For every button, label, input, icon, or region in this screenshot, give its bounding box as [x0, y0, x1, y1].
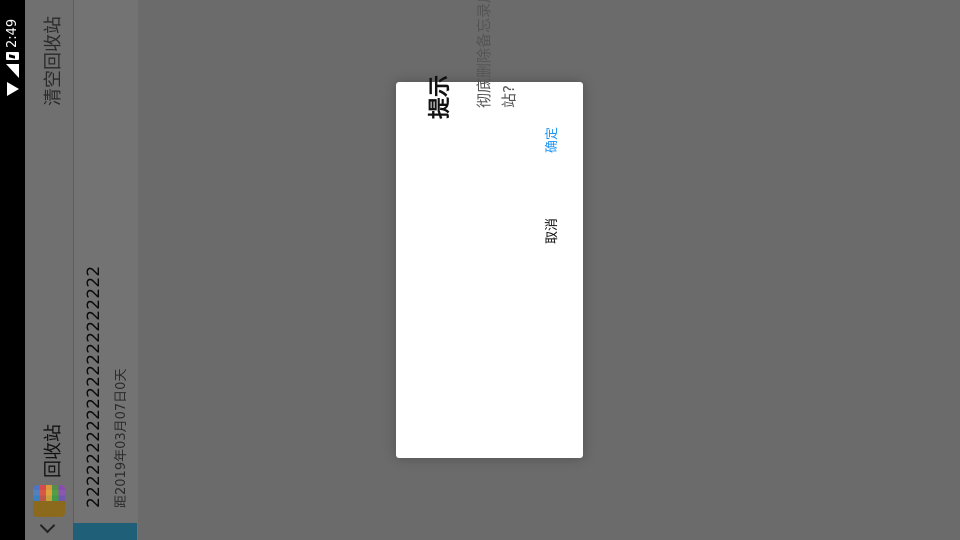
chevron-down-icon[interactable]: [39, 517, 56, 534]
wifi-icon: [6, 82, 19, 96]
dialog-title: 提示: [428, 74, 453, 119]
signal-icon: [6, 64, 19, 78]
note-list: 2222222222222222222222 距2019年03月07日0天: [73, 0, 138, 540]
confirm-dialog: 提示 彻底删除备忘录后备忘将无法恢复,确定清空回收站? 取消 确定: [396, 0, 583, 458]
status-bar: 2:49: [0, 0, 25, 540]
page-title: 回收站: [43, 424, 64, 478]
status-time: 2:49: [5, 18, 20, 48]
battery-charging-icon: [6, 52, 19, 60]
toolbar: 清空回收站 回收站: [25, 0, 73, 540]
note-date: 距2019年03月07日0天: [114, 368, 129, 508]
note-title: 2222222222222222222222: [84, 265, 104, 508]
app-logo-icon: [33, 485, 65, 517]
confirm-button[interactable]: 确定: [541, 127, 560, 153]
dialog-message: 彻底删除备忘录后备忘将无法恢复,确定清空回收站?: [475, 0, 518, 108]
cancel-button[interactable]: 取消: [541, 218, 560, 244]
selected-indicator: [73, 523, 137, 540]
clear-recycle-bin-button[interactable]: 清空回收站: [39, 16, 65, 106]
